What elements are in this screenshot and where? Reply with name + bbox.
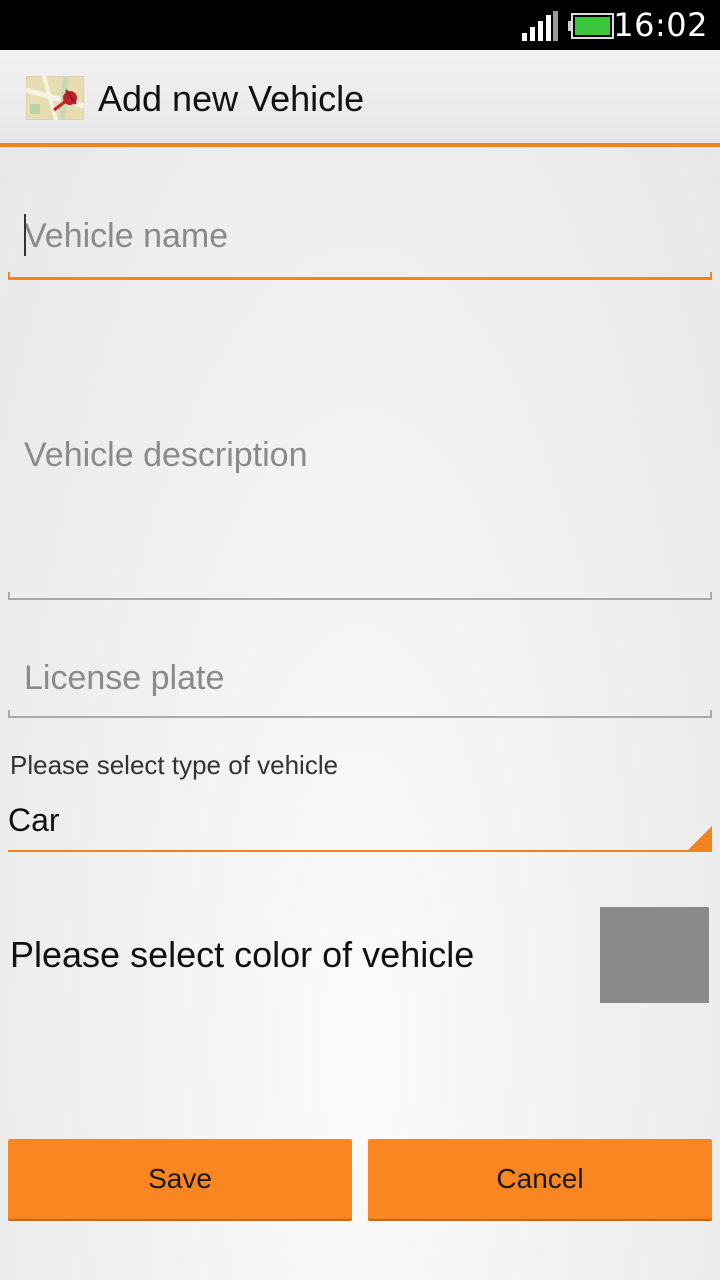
text-cursor: [24, 214, 26, 256]
vehicle-color-label: Please select color of vehicle: [10, 934, 475, 975]
vehicle-type-label: Please select type of vehicle: [10, 750, 339, 780]
license-plate-input[interactable]: [24, 656, 684, 700]
action-bar: Add new Vehicle: [0, 50, 720, 144]
signal-icon: [522, 11, 558, 41]
vehicle-color-swatch[interactable]: [600, 907, 709, 1003]
page-title: Add new Vehicle: [98, 78, 365, 119]
license-plate-field[interactable]: [8, 630, 712, 718]
vehicle-name-field[interactable]: [8, 196, 712, 280]
action-bar-divider: [0, 143, 720, 147]
vehicle-description-input[interactable]: [24, 436, 684, 556]
status-bar: 16:02: [0, 0, 720, 50]
status-time: 16:02: [613, 6, 708, 44]
vehicle-type-value: Car: [8, 802, 60, 838]
dropdown-triangle-icon: [688, 826, 712, 850]
vehicle-type-spinner[interactable]: Car: [8, 798, 712, 852]
battery-icon: [568, 13, 614, 39]
vehicle-description-underline: [8, 592, 712, 600]
vehicle-name-input[interactable]: [24, 214, 684, 258]
vehicle-description-field[interactable]: [8, 290, 712, 600]
save-button[interactable]: Save: [8, 1139, 352, 1219]
map-pin-icon: [26, 76, 84, 120]
vehicle-name-underline: [8, 272, 712, 280]
license-plate-underline: [8, 710, 712, 718]
cancel-button[interactable]: Cancel: [368, 1139, 712, 1219]
